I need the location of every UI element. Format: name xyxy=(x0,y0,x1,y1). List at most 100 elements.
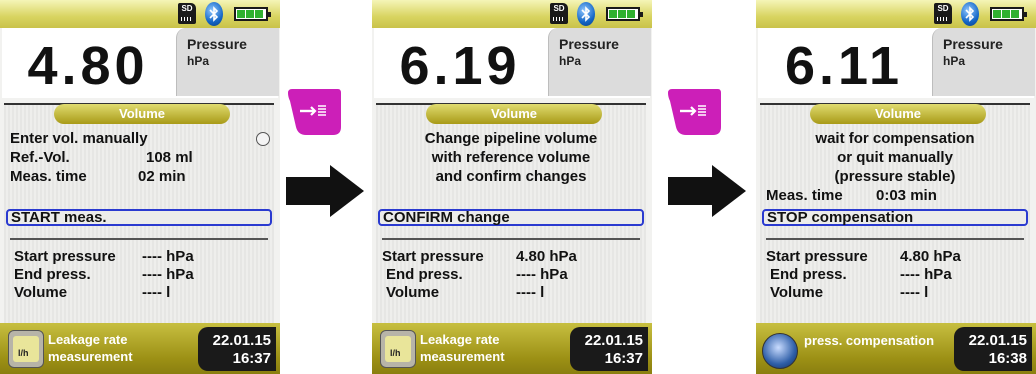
bluetooth-icon xyxy=(577,2,595,26)
reading-label-tab: Pressure hPa xyxy=(548,28,651,96)
end-pressure-row: End press. ---- hPa xyxy=(386,266,568,284)
battery-icon xyxy=(606,7,643,21)
volume-panel: Volume Change pipeline volume with refer… xyxy=(376,103,646,325)
start-measurement-label: START meas. xyxy=(11,209,107,226)
right-arrow-icon xyxy=(668,165,746,217)
time: 16:37 xyxy=(232,350,271,367)
sd-card-icon: SD xyxy=(550,3,568,24)
reading-label-tab: Pressure hPa xyxy=(932,28,1035,96)
panel-tab-volume[interactable]: Volume xyxy=(54,104,230,124)
status-bar: SD xyxy=(372,0,652,28)
instruction-line-2: with reference volume xyxy=(431,149,591,166)
start-pressure-row: Start pressure 4.80 hPa xyxy=(766,248,961,266)
compensation-icon[interactable] xyxy=(762,333,798,369)
volume-value: ---- l xyxy=(516,284,545,301)
instruction-line-3: (pressure stable) xyxy=(834,168,956,185)
start-pressure-row: Start pressure ---- hPa xyxy=(14,248,194,266)
battery-icon xyxy=(234,7,271,21)
reading-label: Pressure xyxy=(943,36,1003,52)
start-pressure-value: ---- hPa xyxy=(142,248,194,265)
divider xyxy=(10,238,268,240)
status-bar: SD xyxy=(0,0,280,28)
volume-row: Volume ---- l xyxy=(14,284,170,302)
end-pressure-label: End press. xyxy=(770,266,847,283)
meas-time-value: 02 min xyxy=(138,168,186,185)
meas-time-row: Meas. time 0:03 min xyxy=(766,187,1026,205)
battery-icon xyxy=(990,7,1027,21)
start-pressure-label: Start pressure xyxy=(14,248,116,265)
volume-value: ---- l xyxy=(142,284,171,301)
stop-compensation-label: STOP compensation xyxy=(767,209,914,226)
date: 22.01.15 xyxy=(584,332,643,349)
instruction-line-2: or quit manually xyxy=(837,149,953,166)
reading-unit: hPa xyxy=(187,54,210,68)
ref-vol-label: Ref.-Vol. xyxy=(10,149,70,166)
end-pressure-value: ---- hPa xyxy=(142,266,194,283)
volume-panel: Volume Enter vol. manually Ref.-Vol. 108… xyxy=(4,103,274,325)
bottom-bar: l/h Leakage rate measurement 22.01.15 16… xyxy=(372,323,652,374)
device-screen-2: SD 6.19 Pressure hPa Volume Change pipel… xyxy=(372,0,652,374)
date-time-box: 22.01.15 16:37 xyxy=(570,327,648,371)
meas-time-value: 0:03 min xyxy=(876,187,937,204)
meas-time-label: Meas. time xyxy=(10,168,87,185)
pressure-reading: 4.80 xyxy=(27,36,149,96)
device-screen-3: SD 6.11 Pressure hPa Volume wait for com… xyxy=(756,0,1036,374)
date: 22.01.15 xyxy=(212,332,271,349)
volume-value: ---- l xyxy=(900,284,929,301)
leakage-rate-icon[interactable]: l/h xyxy=(380,330,416,368)
start-measurement-button[interactable]: START meas. xyxy=(6,209,272,226)
volume-row: Volume ---- l xyxy=(386,284,544,302)
bluetooth-icon xyxy=(205,2,223,26)
meas-time-label: Meas. time xyxy=(766,187,843,204)
confirm-change-label: CONFIRM change xyxy=(383,209,510,226)
date-time-box: 22.01.15 16:37 xyxy=(198,327,276,371)
time: 16:38 xyxy=(988,350,1027,367)
mode-radio[interactable] xyxy=(256,132,270,146)
reading-label: Pressure xyxy=(187,36,247,52)
leakage-rate-icon[interactable]: l/h xyxy=(8,330,44,368)
instruction-line-1: wait for compensation xyxy=(815,130,975,147)
stop-compensation-button[interactable]: STOP compensation xyxy=(762,209,1028,226)
reading-label-tab: Pressure hPa xyxy=(176,28,279,96)
bottom-bar: press. compensation 22.01.15 16:38 xyxy=(756,323,1036,374)
volume-panel: Volume wait for compensation or quit man… xyxy=(760,103,1030,325)
pressure-reading: 6.11 xyxy=(784,36,904,96)
start-pressure-row: Start pressure 4.80 hPa xyxy=(382,248,577,266)
program-name-line2: measurement xyxy=(420,349,505,364)
ref-vol-row: Ref.-Vol. 108 ml xyxy=(10,149,270,167)
date-time-box: 22.01.15 16:38 xyxy=(954,327,1032,371)
instruction-line-3: and confirm changes xyxy=(435,168,587,185)
meas-time-row: Meas. time 02 min xyxy=(10,168,270,186)
time: 16:37 xyxy=(604,350,643,367)
start-pressure-label: Start pressure xyxy=(382,248,484,265)
end-pressure-label: End press. xyxy=(14,266,91,283)
divider xyxy=(382,238,640,240)
enter-key-icon xyxy=(288,89,341,135)
volume-label: Volume xyxy=(14,284,68,301)
program-name-line1: press. compensation xyxy=(804,333,935,348)
program-name-line1: Leakage rate xyxy=(420,332,500,347)
enter-key-icon xyxy=(668,89,721,135)
end-pressure-value: ---- hPa xyxy=(516,266,568,283)
volume-row: Volume ---- l xyxy=(770,284,928,302)
sd-card-icon: SD xyxy=(178,3,196,24)
right-arrow-icon xyxy=(286,165,364,217)
status-bar: SD xyxy=(756,0,1036,28)
device-screen-1: SD 4.80 Pressure hPa Volume Enter vol. m… xyxy=(0,0,280,374)
divider xyxy=(766,238,1024,240)
program-name-line2: measurement xyxy=(48,349,133,364)
panel-tab-volume[interactable]: Volume xyxy=(426,104,602,124)
reading-unit: hPa xyxy=(559,54,582,68)
panel-tab-volume[interactable]: Volume xyxy=(810,104,986,124)
confirm-change-button[interactable]: CONFIRM change xyxy=(378,209,644,226)
start-pressure-value: 4.80 hPa xyxy=(900,248,961,265)
start-pressure-label: Start pressure xyxy=(766,248,868,265)
date: 22.01.15 xyxy=(968,332,1027,349)
end-pressure-row: End press. ---- hPa xyxy=(770,266,952,284)
mode-line[interactable]: Enter vol. manually xyxy=(10,130,148,148)
start-pressure-value: 4.80 hPa xyxy=(516,248,577,265)
program-name-line1: Leakage rate xyxy=(48,332,128,347)
ref-vol-value: 108 ml xyxy=(146,149,193,166)
end-pressure-row: End press. ---- hPa xyxy=(14,266,194,284)
reading-unit: hPa xyxy=(943,54,966,68)
